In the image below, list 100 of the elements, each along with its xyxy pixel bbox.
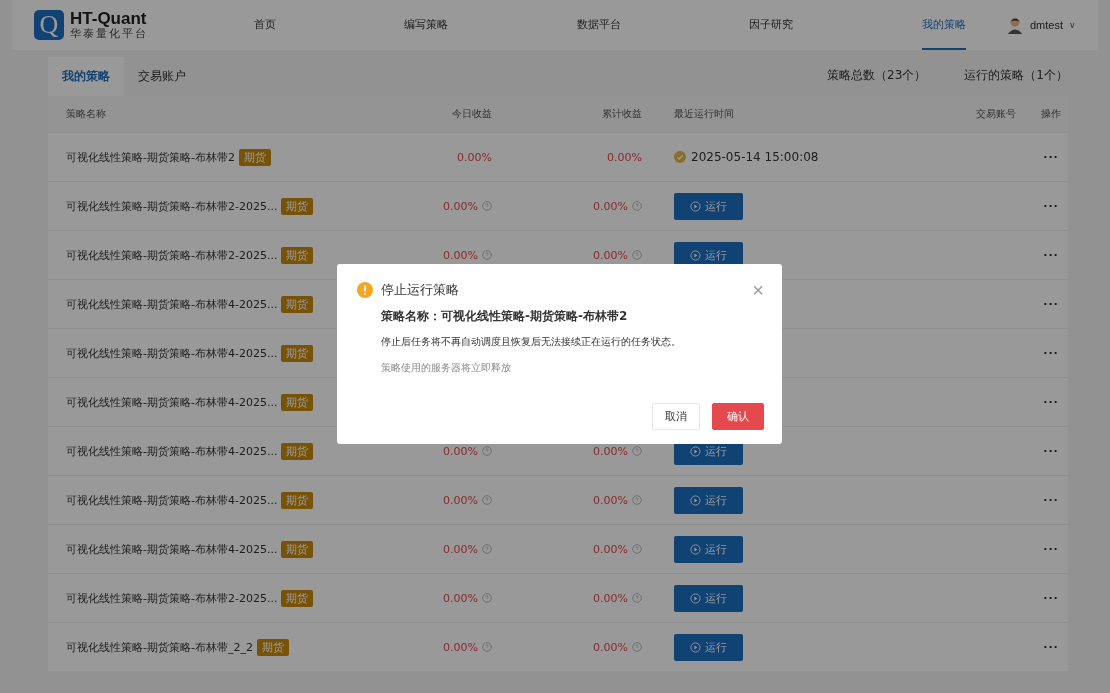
user-avatar-icon[interactable] [1006,16,1024,34]
run-button[interactable]: 运行 [674,633,743,661]
more-options-icon[interactable]: ··· [1043,297,1059,311]
dialog-title: 停止运行策略 [381,281,460,299]
more-options-icon[interactable]: ··· [1043,248,1059,262]
play-icon[interactable] [690,249,701,261]
futures-tag: 期货 [281,393,314,411]
more-options-icon[interactable]: ··· [1043,591,1059,605]
strategy-name[interactable]: 可视化线性策略-期货策略-布林带2-2025... [66,247,278,263]
total-return: 0.00% [593,444,628,458]
today-return: 0.00% [443,199,478,213]
help-icon[interactable] [482,544,492,554]
strategy-name[interactable]: 可视化线性策略-期货策略-布林带4-2025... [66,492,278,508]
futures-tag: 期货 [281,197,314,215]
summary-count: 运行的策略（1个） [964,66,1068,84]
play-icon[interactable] [690,641,701,653]
today-return: 0.00% [457,150,492,164]
help-icon[interactable] [632,495,642,505]
help-icon[interactable] [482,446,492,456]
today-return: 0.00% [443,493,478,507]
close-button[interactable]: × [752,280,764,300]
nav-item[interactable]: 我的策略 [921,0,966,50]
summary-count: 策略总数（23个） [827,66,927,84]
run-button[interactable]: 运行 [674,584,743,612]
nav-item[interactable]: 首页 [254,0,276,50]
nav-item[interactable]: 数据平台 [576,0,621,50]
more-options-icon[interactable]: ··· [1043,395,1059,409]
play-icon[interactable] [690,543,701,555]
futures-tag: 期货 [281,491,314,509]
dialog-note: 策略使用的服务器将立即释放 [381,361,512,375]
help-icon[interactable] [632,593,642,603]
username[interactable]: dmtest [1030,19,1063,31]
help-icon[interactable] [482,642,492,652]
warning-icon [357,282,373,298]
futures-tag: 期货 [256,638,289,656]
column-header: 交易账号 [975,107,1016,121]
help-icon[interactable] [632,250,642,260]
nav-item[interactable]: 因子研究 [749,0,794,50]
futures-tag: 期货 [281,246,314,264]
play-icon[interactable] [690,200,701,212]
more-options-icon[interactable]: ··· [1043,444,1059,458]
strategy-name[interactable]: 可视化线性策略-期货策略-布林带2-2025... [66,198,278,214]
strategy-name[interactable]: 可视化线性策略-期货策略-布林带4-2025... [66,443,278,459]
tab[interactable]: 交易账户 [124,57,200,96]
run-button[interactable]: 运行 [674,192,743,220]
strategy-name[interactable]: 可视化线性策略-期货策略-布林带4-2025... [66,296,278,312]
cancel-button[interactable]: 取消 [652,403,700,430]
today-return: 0.00% [443,542,478,556]
check-circle-icon [674,151,686,163]
help-icon[interactable] [632,642,642,652]
play-icon[interactable] [690,494,701,506]
logo-title: HT-Quant [70,9,148,28]
play-icon[interactable] [690,592,701,604]
confirm-button[interactable]: 确认 [712,403,764,430]
strategy-name[interactable]: 可视化线性策略-期货策略-布林带_2_2 [66,639,253,655]
help-icon[interactable] [482,495,492,505]
help-icon[interactable] [632,544,642,554]
help-icon[interactable] [632,201,642,211]
more-options-icon[interactable]: ··· [1043,346,1059,360]
today-return: 0.00% [443,248,478,262]
today-return: 0.00% [443,444,478,458]
caret-icon[interactable]: ∨ [1069,20,1076,30]
total-return: 0.00% [593,493,628,507]
nav-item[interactable]: 编写策略 [404,0,449,50]
strategy-name[interactable]: 可视化线性策略-期货策略-布林带4-2025... [66,394,278,410]
help-icon[interactable] [482,250,492,260]
more-options-icon[interactable]: ··· [1043,150,1059,164]
total-return: 0.00% [593,248,628,262]
strategy-name[interactable]: 可视化线性策略-期货策略-布林带4-2025... [66,345,278,361]
futures-tag: 期货 [238,148,271,166]
play-icon[interactable] [690,445,701,457]
run-button[interactable]: 运行 [674,486,743,514]
more-options-icon[interactable]: ··· [1043,542,1059,556]
strategy-name[interactable]: 可视化线性策略-期货策略-布林带4-2025... [66,541,278,557]
help-icon[interactable] [482,593,492,603]
today-return: 0.00% [443,640,478,654]
tab[interactable]: 我的策略 [48,57,124,96]
futures-tag: 期货 [281,295,314,313]
column-header: 最近运行时间 [673,107,735,121]
total-return: 0.00% [593,542,628,556]
futures-tag: 期货 [281,344,314,362]
more-options-icon[interactable]: ··· [1043,199,1059,213]
more-options-icon[interactable]: ··· [1043,493,1059,507]
futures-tag: 期货 [281,442,314,460]
column-header: 策略名称 [66,107,107,121]
more-options-icon[interactable]: ··· [1043,640,1059,654]
strategy-name[interactable]: 可视化线性策略-期货策略-布林带2-2025... [66,590,278,606]
strategy-name-label: 策略名称：可视化线性策略-期货策略-布林带2 [381,308,629,325]
column-header: 累计收益 [601,107,643,121]
help-icon[interactable] [632,446,642,456]
last-run-time: 2025-05-14 15:00:08 [691,150,819,164]
run-button[interactable]: 运行 [674,535,743,563]
help-icon[interactable] [482,201,492,211]
today-return: 0.00% [443,591,478,605]
total-return: 0.00% [593,591,628,605]
logo-icon: Q [34,10,64,40]
total-return: 0.00% [593,640,628,654]
total-return: 0.00% [593,199,628,213]
total-return: 0.00% [607,150,642,164]
strategy-name[interactable]: 可视化线性策略-期货策略-布林带2 [66,149,235,165]
